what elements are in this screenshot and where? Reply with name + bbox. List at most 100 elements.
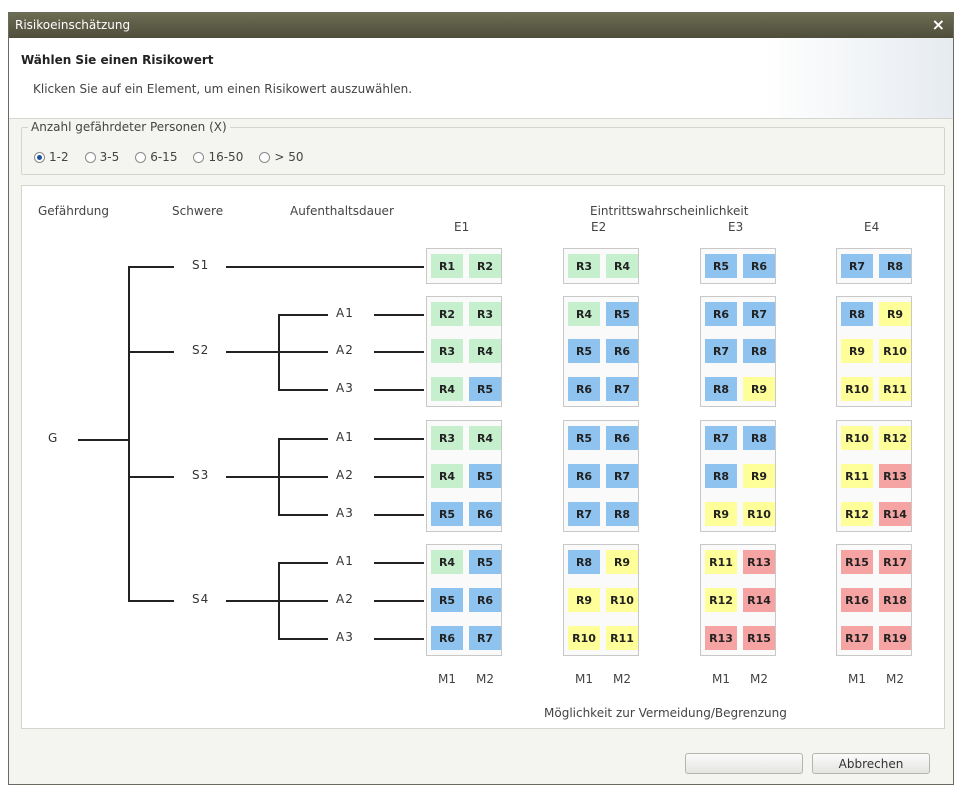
risk-cell[interactable]: R9: [743, 464, 775, 488]
persons-radio-3[interactable]: 6-15: [135, 150, 177, 164]
risk-cell[interactable]: R10: [743, 502, 775, 526]
risk-cell[interactable]: R8: [743, 426, 775, 450]
risk-cell[interactable]: R12: [705, 588, 737, 612]
risk-cell[interactable]: R14: [743, 588, 775, 612]
risk-cell[interactable]: R5: [469, 377, 501, 401]
risk-cell[interactable]: R6: [568, 377, 600, 401]
risk-cell[interactable]: R5: [568, 339, 600, 363]
risk-cell[interactable]: R4: [606, 254, 638, 278]
radio-circle-icon[interactable]: [34, 151, 45, 163]
risk-cell[interactable]: R3: [431, 426, 463, 450]
risk-cell[interactable]: R13: [705, 626, 737, 650]
risk-cell[interactable]: R4: [431, 550, 463, 574]
risk-cell[interactable]: R16: [841, 588, 873, 612]
risk-cell[interactable]: R9: [568, 588, 600, 612]
risk-cell[interactable]: R13: [879, 464, 911, 488]
risk-cell[interactable]: R5: [431, 502, 463, 526]
risk-cell[interactable]: R9: [743, 377, 775, 401]
risk-cell[interactable]: R10: [568, 626, 600, 650]
risk-cell[interactable]: R5: [431, 588, 463, 612]
risk-cell[interactable]: R11: [606, 626, 638, 650]
risk-cell[interactable]: R3: [469, 302, 501, 326]
risk-cell[interactable]: R18: [879, 588, 911, 612]
risk-cell[interactable]: R7: [705, 426, 737, 450]
risk-cell[interactable]: R7: [469, 626, 501, 650]
risk-cell[interactable]: R17: [841, 626, 873, 650]
risk-cell[interactable]: R11: [879, 377, 911, 401]
risk-cell[interactable]: R11: [705, 550, 737, 574]
risk-cell[interactable]: R6: [705, 302, 737, 326]
risk-cell[interactable]: R8: [705, 464, 737, 488]
risk-cell[interactable]: R8: [841, 302, 873, 326]
title-bar[interactable]: Risikoeinschätzung ×: [9, 13, 953, 38]
tree-line: [278, 562, 328, 564]
risk-cell[interactable]: R7: [743, 302, 775, 326]
risk-cell[interactable]: R17: [879, 550, 911, 574]
risk-cell[interactable]: R2: [469, 254, 501, 278]
risk-cell[interactable]: R9: [606, 550, 638, 574]
risk-cell[interactable]: R11: [841, 464, 873, 488]
probability-label-e2: E2: [591, 220, 607, 234]
risk-cell[interactable]: R6: [568, 464, 600, 488]
radio-circle-icon[interactable]: [193, 151, 205, 163]
risk-cell[interactable]: R4: [431, 377, 463, 401]
risk-cell[interactable]: R8: [743, 339, 775, 363]
risk-cell[interactable]: R9: [841, 339, 873, 363]
header-subtitle: Klicken Sie auf ein Element, um einen Ri…: [33, 82, 413, 96]
risk-cell[interactable]: R4: [431, 464, 463, 488]
risk-cell[interactable]: R6: [469, 502, 501, 526]
cancel-button[interactable]: Abbrechen: [812, 753, 930, 774]
risk-cell[interactable]: R4: [568, 302, 600, 326]
risk-cell[interactable]: R8: [568, 550, 600, 574]
close-icon[interactable]: ×: [932, 15, 945, 34]
risk-cell[interactable]: R7: [841, 254, 873, 278]
risk-cell[interactable]: R8: [879, 254, 911, 278]
persons-radio-1[interactable]: 1-2: [34, 150, 69, 164]
risk-cell[interactable]: R8: [606, 502, 638, 526]
avoidance-label-m2: M2: [613, 672, 631, 686]
risk-cell[interactable]: R8: [705, 377, 737, 401]
radio-circle-icon[interactable]: [259, 151, 271, 163]
duration-node-a2: A2: [336, 592, 354, 606]
risk-cell[interactable]: R7: [606, 464, 638, 488]
radio-circle-icon[interactable]: [135, 151, 147, 163]
risk-cell[interactable]: R14: [879, 502, 911, 526]
risk-cell[interactable]: R12: [879, 426, 911, 450]
risk-cell[interactable]: R10: [879, 339, 911, 363]
risk-cell[interactable]: R5: [606, 302, 638, 326]
risk-cell[interactable]: R6: [606, 426, 638, 450]
risk-cell[interactable]: R5: [705, 254, 737, 278]
risk-cell[interactable]: R9: [879, 302, 911, 326]
risk-cell[interactable]: R6: [431, 626, 463, 650]
risk-cell[interactable]: R2: [431, 302, 463, 326]
risk-cell[interactable]: R10: [841, 377, 873, 401]
risk-cell[interactable]: R15: [841, 550, 873, 574]
risk-cell[interactable]: R10: [606, 588, 638, 612]
risk-cell[interactable]: R15: [743, 626, 775, 650]
risk-cell[interactable]: R19: [879, 626, 911, 650]
persons-radio-4[interactable]: 16-50: [193, 150, 243, 164]
risk-cell[interactable]: R6: [743, 254, 775, 278]
risk-cell[interactable]: R7: [705, 339, 737, 363]
risk-cell[interactable]: R5: [568, 426, 600, 450]
risk-cell[interactable]: R10: [841, 426, 873, 450]
radio-circle-icon[interactable]: [84, 151, 96, 163]
risk-cell[interactable]: R5: [469, 464, 501, 488]
risk-cell[interactable]: R7: [606, 377, 638, 401]
risk-cell[interactable]: R4: [469, 426, 501, 450]
ok-button[interactable]: [685, 753, 803, 774]
risk-cell[interactable]: R13: [743, 550, 775, 574]
risk-cell[interactable]: R3: [431, 339, 463, 363]
risk-cell[interactable]: R6: [606, 339, 638, 363]
risk-cell[interactable]: R6: [469, 588, 501, 612]
risk-cell[interactable]: R7: [568, 502, 600, 526]
risk-cell[interactable]: R12: [841, 502, 873, 526]
risk-cell[interactable]: R9: [705, 502, 737, 526]
persons-radio-5[interactable]: > 50: [259, 150, 303, 164]
risk-cell[interactable]: R4: [469, 339, 501, 363]
risk-cell[interactable]: R5: [469, 550, 501, 574]
persons-radio-2[interactable]: 3-5: [84, 150, 119, 164]
risk-cell[interactable]: R1: [431, 254, 463, 278]
risk-cell[interactable]: R3: [568, 254, 600, 278]
col-header-duration: Aufenthaltsdauer: [290, 204, 394, 218]
